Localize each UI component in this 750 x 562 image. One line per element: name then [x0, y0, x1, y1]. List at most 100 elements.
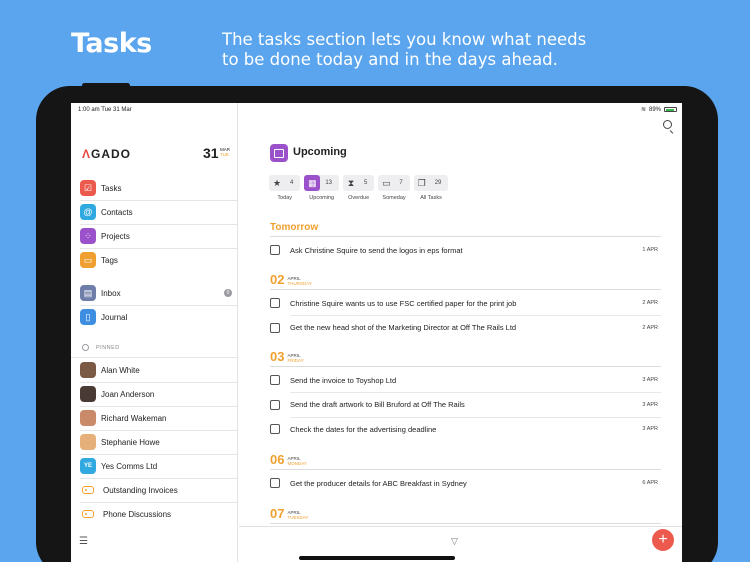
pinned-item[interactable]: Outstanding Invoices — [80, 480, 238, 500]
filter-pill[interactable]: ▭ 7 — [378, 175, 410, 191]
calendar-icon: ▦ — [304, 175, 321, 191]
task-row[interactable]: Ask Christine Squire to send the logos i… — [270, 239, 661, 261]
pinned-item[interactable]: Richard Wakeman — [80, 408, 238, 428]
sidebar-item-inbox[interactable]: ▤ Inbox 0 — [80, 283, 238, 303]
filter-all-tasks[interactable]: ❐ 29 All Tasks — [413, 175, 449, 201]
date-group-header: 07 APRIL TUESDAY — [270, 507, 308, 520]
filter-overdue[interactable]: ⧗ 5 Overdue — [343, 175, 375, 201]
task-due-date: 2 APR — [642, 300, 658, 306]
tag-icon — [82, 510, 94, 518]
filter-upcoming[interactable]: ▦ 13 Upcoming — [304, 175, 340, 201]
date-group-header: 02 APRIL THURSDAY — [270, 273, 312, 286]
divider — [80, 248, 238, 249]
task-checkbox[interactable] — [270, 375, 280, 385]
sidebar-item-journal[interactable]: ▯ Journal — [80, 307, 238, 327]
task-title: Send the invoice to Toyshop Ltd — [290, 375, 397, 385]
battery-percent: 89% — [648, 106, 661, 113]
task-row[interactable]: Send the draft artwork to Bill Bruford a… — [270, 394, 661, 416]
sidebar: ΛGADO 31 MAR TUE PINNED ☰ ☑ Tasks @ Contact… — [71, 103, 238, 562]
pinned-item[interactable]: Phone Discussions — [80, 504, 238, 524]
filter-pill[interactable]: ⧗ 5 — [343, 175, 375, 191]
date-month-dow: APRIL MONDAY — [287, 456, 306, 466]
task-checkbox[interactable] — [270, 245, 280, 255]
date-weekday: FRIDAY — [287, 358, 304, 363]
sidebar-item-tags[interactable]: ▭ Tags — [80, 250, 238, 270]
task-due-date: 1 APR — [642, 247, 658, 253]
sidebar-item-label: Journal — [101, 312, 128, 322]
divider — [270, 289, 661, 290]
date-number: 07 — [270, 506, 285, 521]
tag-icon — [82, 486, 94, 494]
date-month-dow: APRIL TUESDAY — [287, 510, 308, 520]
divider — [270, 469, 661, 470]
pinned-item-label: Yes Comms Ltd — [101, 461, 158, 471]
task-due-date: 2 APR — [642, 324, 658, 331]
contacts-icon: @ — [80, 204, 96, 220]
date-weekday: TUESDAY — [287, 515, 309, 520]
task-checkbox[interactable] — [270, 322, 280, 333]
divider — [80, 406, 238, 407]
task-checkbox[interactable] — [270, 478, 280, 488]
divider — [80, 430, 238, 431]
sidebar-item-projects[interactable]: ⁘ Projects — [80, 226, 238, 246]
date-month: MAR TUE — [220, 147, 230, 157]
tags-icon: ▭ — [80, 252, 96, 268]
task-checkbox[interactable] — [270, 399, 280, 410]
divider — [270, 523, 661, 524]
task-title: Christine Squire wants us to use FSC cer… — [290, 298, 517, 308]
add-task-button[interactable]: + — [652, 529, 674, 551]
filter-pill[interactable]: ★ 4 — [269, 175, 301, 191]
pinned-item[interactable]: Alan White — [80, 360, 238, 380]
sidebar-item-tasks[interactable]: ☑ Tasks — [80, 178, 238, 198]
task-row[interactable]: Get the producer details for ABC Breakfa… — [270, 472, 661, 494]
filter-funnel-icon[interactable]: ▽ — [451, 536, 458, 547]
divider — [270, 366, 661, 367]
task-due-date: 6 APR — [642, 480, 658, 486]
avatar — [80, 434, 96, 450]
hero-description: The tasks section lets you know what nee… — [222, 30, 587, 69]
task-row[interactable]: Check the dates for the advertising dead… — [270, 418, 661, 440]
pinned-header: PINNED — [82, 344, 120, 351]
date-month-dow: APRIL THURSDAY — [287, 276, 311, 286]
search-icon[interactable] — [663, 120, 672, 129]
divider — [71, 357, 238, 358]
pinned-item-label: Stephanie Howe — [101, 437, 160, 447]
filter-pill[interactable]: ▦ 13 — [304, 175, 340, 191]
hourglass-icon: ⧗ — [347, 177, 355, 188]
filter-count: 7 — [399, 180, 403, 186]
pinned-item[interactable]: YE Yes Comms Ltd — [80, 456, 238, 476]
task-row[interactable]: Christine Squire wants us to use FSC cer… — [270, 292, 661, 314]
filter-label: Overdue — [348, 195, 370, 201]
stack-icon: ❐ — [417, 177, 426, 188]
settings-sliders-icon[interactable]: ☰ — [79, 536, 88, 547]
projects-icon: ⁘ — [80, 228, 96, 244]
divider — [80, 478, 238, 479]
filter-pill[interactable]: ❐ 29 — [413, 175, 449, 191]
pinned-item[interactable]: Joan Anderson — [80, 384, 238, 404]
task-row[interactable]: Get the new head shot of the Marketing D… — [270, 317, 661, 339]
task-title: Send the draft artwork to Bill Bruford a… — [290, 400, 465, 409]
filter-count: 4 — [290, 180, 294, 186]
pin-icon — [82, 344, 89, 351]
bottom-divider — [239, 526, 682, 527]
task-checkbox[interactable] — [270, 298, 280, 308]
task-title: Get the producer details for ABC Breakfa… — [290, 478, 467, 488]
task-row[interactable]: Send the invoice to Toyshop Ltd 3 APR — [270, 369, 661, 391]
sidebar-item-label: Inbox — [101, 288, 121, 298]
sidebar-item-label: Tasks — [101, 183, 122, 193]
pinned-item[interactable]: Stephanie Howe — [80, 432, 238, 452]
page-title: Upcoming — [293, 146, 347, 158]
task-due-date: 3 APR — [642, 401, 658, 408]
sidebar-item-contacts[interactable]: @ Contacts — [80, 202, 238, 222]
archive-icon: ▭ — [382, 177, 391, 188]
journal-icon: ▯ — [80, 309, 96, 325]
filter-label: Upcoming — [309, 195, 335, 201]
filter-today[interactable]: ★ 4 Today — [269, 175, 301, 201]
date-weekday: MONDAY — [287, 461, 307, 466]
sidebar-item-label: Projects — [101, 231, 130, 241]
task-checkbox[interactable] — [270, 424, 280, 434]
divider — [80, 382, 238, 383]
filter-someday[interactable]: ▭ 7 Someday — [378, 175, 410, 201]
date-day: 31 — [203, 145, 219, 161]
task-title: Ask Christine Squire to send the logos i… — [290, 245, 463, 255]
